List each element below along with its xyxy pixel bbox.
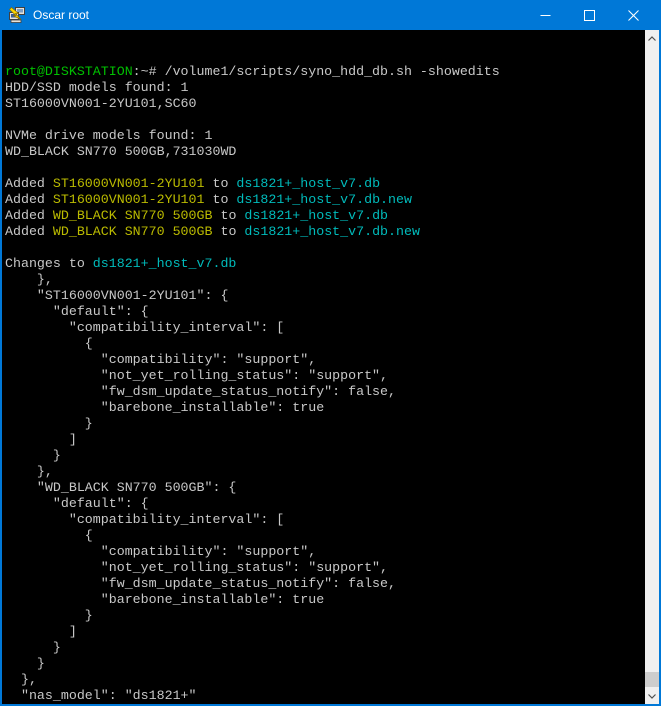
scroll-down-button[interactable] (645, 688, 659, 704)
terminal-line: { (5, 336, 645, 352)
terminal-line: }, (5, 464, 645, 480)
scrollbar-track[interactable] (645, 46, 659, 688)
terminal-line: "default": { (5, 304, 645, 320)
terminal-line: "compatibility": "support", (5, 352, 645, 368)
terminal-line: ] (5, 624, 645, 640)
chevron-down-icon (648, 694, 656, 699)
terminal-line: "default": { (5, 496, 645, 512)
window-body: root@DISKSTATION:~# /volume1/scripts/syn… (2, 30, 659, 704)
window-controls (523, 0, 661, 30)
title-bar[interactable]: Oscar root (0, 0, 661, 30)
terminal-line: "compatibility": "support", (5, 544, 645, 560)
terminal-line (5, 160, 645, 176)
terminal-line: }, (5, 672, 645, 688)
terminal-line (5, 240, 645, 256)
terminal-line: Added WD_BLACK SN770 500GB to ds1821+_ho… (5, 208, 645, 224)
terminal-line: ST16000VN001-2YU101,SC60 (5, 96, 645, 112)
close-icon (628, 10, 639, 21)
terminal-line: } (5, 608, 645, 624)
terminal-line (5, 112, 645, 128)
terminal-line: "fw_dsm_update_status_notify": false, (5, 384, 645, 400)
terminal-line: WD_BLACK SN770 500GB,731030WD (5, 144, 645, 160)
close-button[interactable] (611, 0, 655, 30)
terminal-line: "compatibility_interval": [ (5, 320, 645, 336)
terminal-line: Added WD_BLACK SN770 500GB to ds1821+_ho… (5, 224, 645, 240)
terminal-line: Changes to ds1821+_host_v7.db (5, 256, 645, 272)
minimize-icon (540, 10, 551, 21)
maximize-button[interactable] (567, 0, 611, 30)
terminal-line: { (5, 528, 645, 544)
terminal-line: "compatibility_interval": [ (5, 512, 645, 528)
scroll-up-button[interactable] (645, 30, 659, 46)
terminal-line: "ST16000VN001-2YU101": { (5, 288, 645, 304)
terminal-line: "nas_model": "ds1821+" (5, 688, 645, 704)
terminal-line: } (5, 656, 645, 672)
putty-icon (8, 6, 26, 24)
terminal-line: NVMe drive models found: 1 (5, 128, 645, 144)
terminal-line: } (5, 448, 645, 464)
terminal-line: } (5, 416, 645, 432)
putty-window: Oscar root root@DISKSTATION:~# /volume1/… (0, 0, 661, 706)
maximize-icon (584, 10, 595, 21)
terminal-line: "not_yet_rolling_status": "support", (5, 368, 645, 384)
terminal-line: "WD_BLACK SN770 500GB": { (5, 480, 645, 496)
terminal-line: Added ST16000VN001-2YU101 to ds1821+_hos… (5, 192, 645, 208)
minimize-button[interactable] (523, 0, 567, 30)
terminal-line: ] (5, 432, 645, 448)
terminal-output: root@DISKSTATION:~# /volume1/scripts/syn… (2, 30, 645, 704)
terminal-line: "barebone_installable": true (5, 400, 645, 416)
terminal-lines: root@DISKSTATION:~# /volume1/scripts/syn… (5, 64, 645, 704)
terminal-line: Added ST16000VN001-2YU101 to ds1821+_hos… (5, 176, 645, 192)
scrollbar-thumb[interactable] (645, 672, 659, 687)
terminal-line: "not_yet_rolling_status": "support", (5, 560, 645, 576)
terminal-line: "fw_dsm_update_status_notify": false, (5, 576, 645, 592)
terminal-line: } (5, 640, 645, 656)
scrollbar[interactable] (645, 30, 659, 704)
chevron-up-icon (648, 36, 656, 41)
window-title: Oscar root (33, 8, 523, 22)
terminal-line: "barebone_installable": true (5, 592, 645, 608)
terminal-line: HDD/SSD models found: 1 (5, 80, 645, 96)
terminal-line: root@DISKSTATION:~# /volume1/scripts/syn… (5, 64, 645, 80)
terminal-line: }, (5, 272, 645, 288)
